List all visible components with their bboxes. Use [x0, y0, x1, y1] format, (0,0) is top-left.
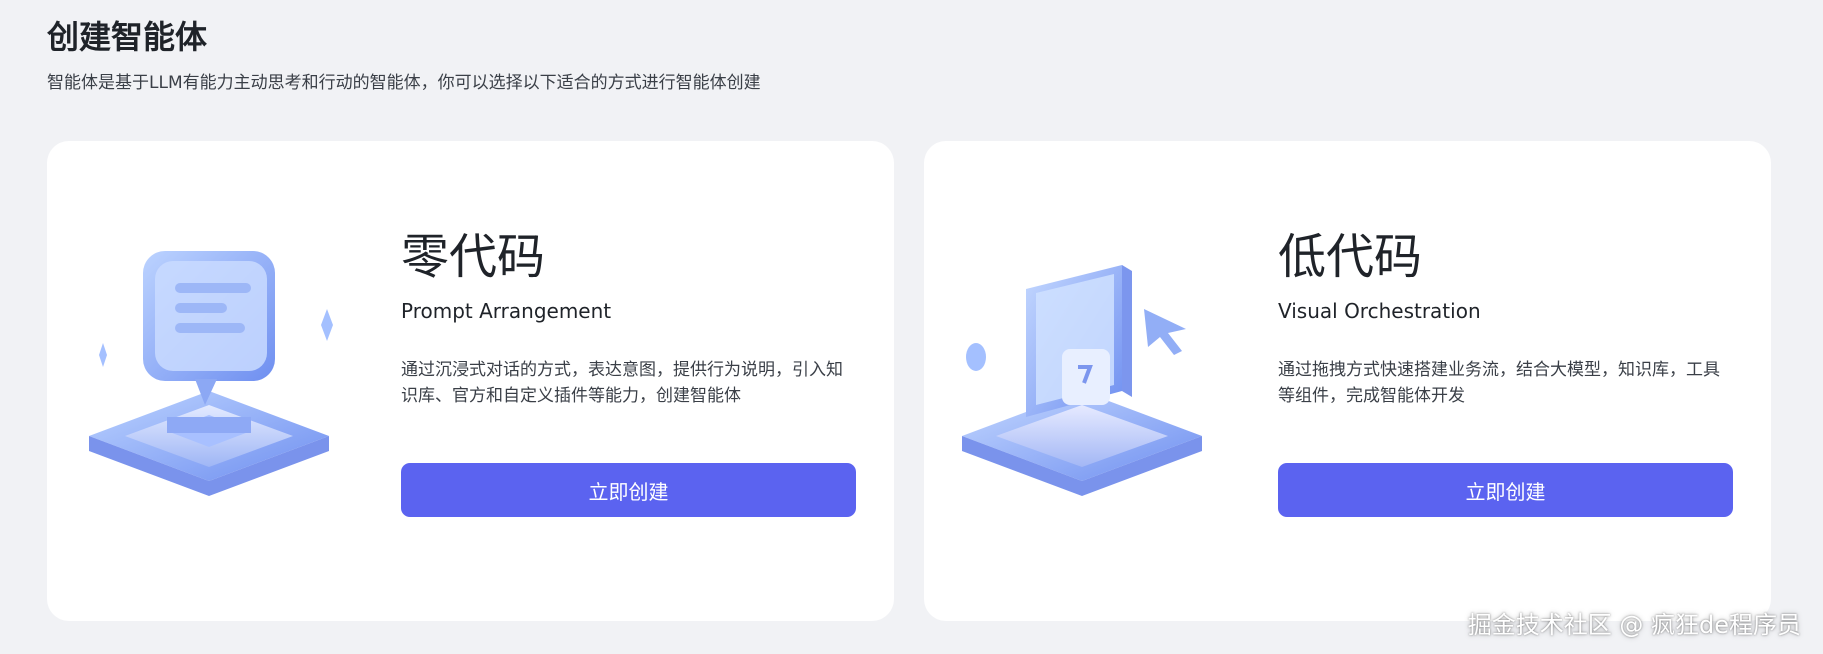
zero-code-card-body: 零代码 Prompt Arrangement 通过沉浸式对话的方式，表达意图，提… — [401, 229, 856, 517]
page-title: 创建智能体 — [47, 18, 208, 56]
drag-cursor-illustration-icon — [954, 221, 1254, 521]
low-code-description: 通过拖拽方式快速搭建业务流，结合大模型，知识库，工具等组件，完成智能体开发 — [1278, 360, 1720, 406]
zero-code-subtitle: Prompt Arrangement — [401, 299, 612, 323]
zero-code-title: 零代码 — [401, 229, 546, 285]
page-header: 创建智能体 智能体是基于LLM有能力主动思考和行动的智能体，你可以选择以下适合的… — [47, 16, 761, 93]
zero-code-card: 零代码 Prompt Arrangement 通过沉浸式对话的方式，表达意图，提… — [47, 141, 894, 621]
low-code-subtitle: Visual Orchestration — [1278, 299, 1481, 323]
watermark: 掘金技术社区 @ 疯狂de程序员 — [1467, 611, 1801, 639]
low-code-title: 低代码 — [1278, 229, 1423, 285]
page-subtitle: 智能体是基于LLM有能力主动思考和行动的智能体，你可以选择以下适合的方式进行智能… — [47, 73, 761, 93]
low-code-create-button[interactable]: 立即创建 — [1278, 463, 1733, 517]
zero-code-description: 通过沉浸式对话的方式，表达意图，提供行为说明，引入知识库、官方和自定义插件等能力… — [401, 360, 843, 406]
zero-code-create-button[interactable]: 立即创建 — [401, 463, 856, 517]
chat-bubble-illustration-icon — [77, 221, 377, 521]
low-code-card: 低代码 Visual Orchestration 通过拖拽方式快速搭建业务流，结… — [924, 141, 1771, 621]
low-code-card-body: 低代码 Visual Orchestration 通过拖拽方式快速搭建业务流，结… — [1278, 229, 1733, 517]
